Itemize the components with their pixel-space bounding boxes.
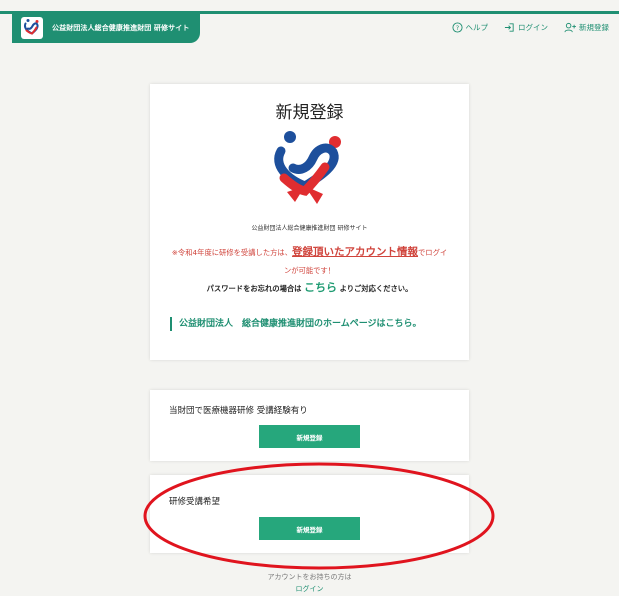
footer-login-link[interactable]: ログイン <box>0 584 619 594</box>
experienced-registration-card: 当財団で医療機器研修 受講経験有り 新規登録 <box>150 390 469 461</box>
question-circle-icon: ? <box>451 22 463 33</box>
register-link[interactable]: 新規登録 <box>564 22 609 33</box>
applicant-registration-card: 研修受講希望 新規登録 <box>150 475 469 553</box>
register-label: 新規登録 <box>579 23 609 32</box>
password-suffix: よりご対応ください。 <box>339 284 413 293</box>
applicant-label: 研修受講希望 <box>169 497 221 507</box>
password-reset-text: パスワードをお忘れの場合は こちら よりご対応ください。 <box>150 279 469 295</box>
login-link[interactable]: ログイン <box>504 22 548 33</box>
password-prefix: パスワードをお忘れの場合は <box>206 284 302 293</box>
site-name: 公益財団法人総合健康推進財団 研修サイト <box>52 23 190 32</box>
login-label: ログイン <box>518 23 548 32</box>
logo-subtitle: 公益財団法人総合健康推進財団 研修サイト <box>251 225 368 232</box>
applicant-register-button[interactable]: 新規登録 <box>259 517 360 540</box>
experienced-label: 当財団で医療機器研修 受講経験有り <box>169 406 308 416</box>
registration-card: 新規登録 公益財団法人総合健康推進財団 研修サイト ※令和4年度に研修を受講した… <box>150 84 469 360</box>
previous-year-notice: ※令和4年度に研修を受講した方は、登録頂いたアカウント情報でログインが可能です！ <box>170 243 449 280</box>
foundation-homepage-link[interactable]: 公益財団法人 総合健康推進財団のホームページはこちら。 <box>170 317 422 331</box>
account-prompt: アカウントをお持ちの方は <box>267 573 352 581</box>
svg-text:?: ? <box>455 24 458 32</box>
login-arrow-icon <box>504 23 514 32</box>
account-info-link[interactable]: 登録頂いたアカウント情報 <box>292 246 418 258</box>
help-label: ヘルプ <box>465 23 489 32</box>
password-reset-link[interactable]: こちら <box>304 281 337 294</box>
site-brand[interactable]: 公益財団法人総合健康推進財団 研修サイト <box>12 12 200 43</box>
page-title: 新規登録 <box>275 103 344 123</box>
top-nav: ? ヘルプ ログイン 新規登録 <box>436 22 609 33</box>
help-link[interactable]: ? ヘルプ <box>451 22 489 33</box>
notice-text-1: ※令和4年度に研修を受講した方は、 <box>171 248 293 257</box>
experienced-register-button[interactable]: 新規登録 <box>259 425 360 448</box>
heart-ribbon-logo <box>267 128 352 216</box>
heart-ribbon-logo-icon <box>21 16 43 39</box>
add-user-icon <box>564 22 576 33</box>
